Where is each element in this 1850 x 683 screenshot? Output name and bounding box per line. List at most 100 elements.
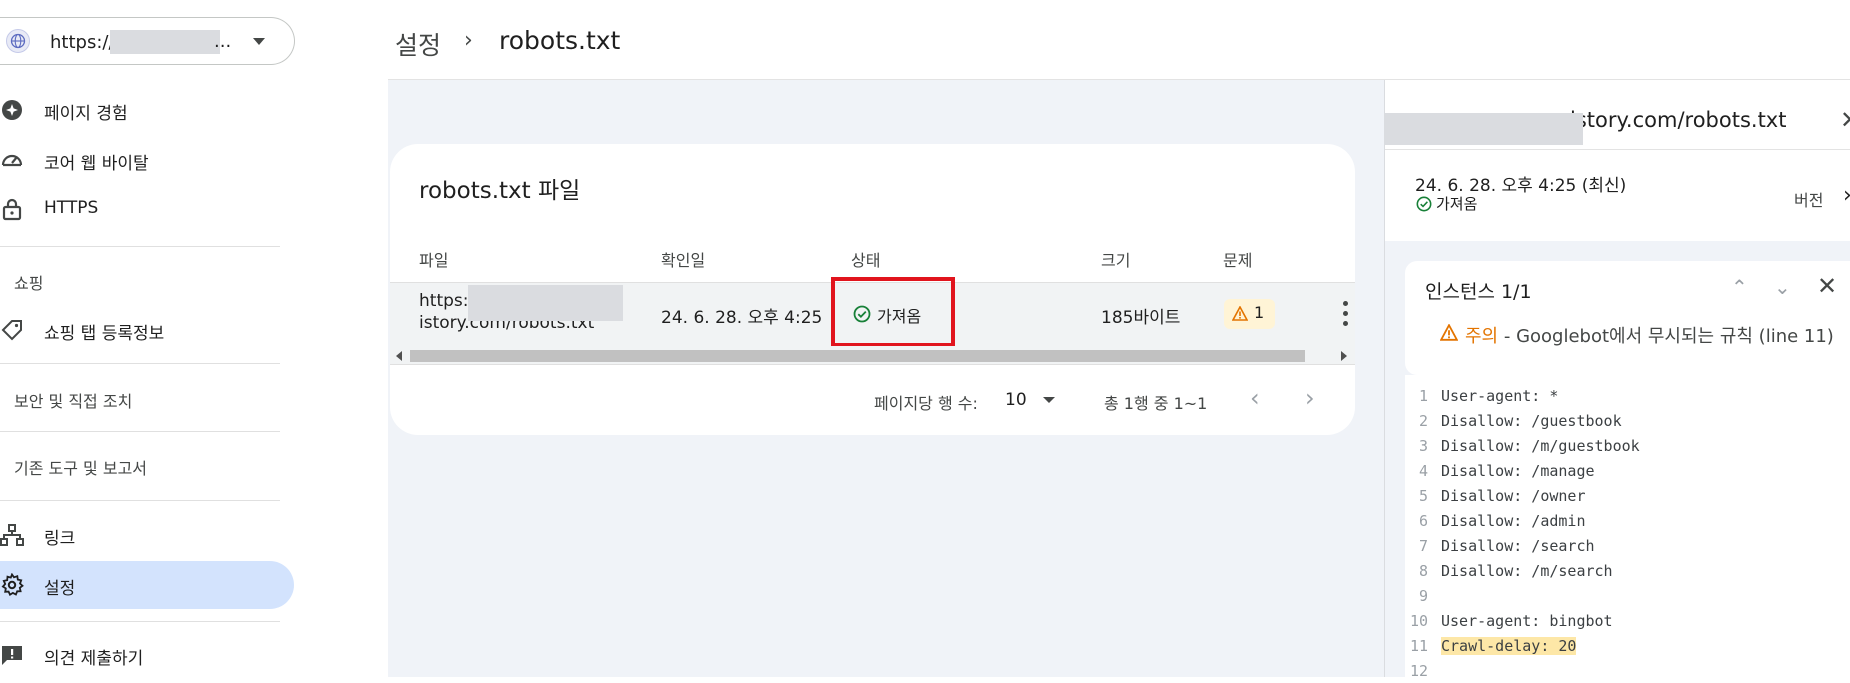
line-number: 3 [1418, 437, 1428, 455]
horizontal-scrollbar[interactable] [390, 346, 1355, 365]
page-title: robots.txt [499, 26, 621, 55]
breadcrumb-chevron-icon: › [464, 28, 473, 53]
code-text: User-agent: bingbot [1441, 612, 1613, 630]
next-page-icon[interactable]: › [1305, 384, 1315, 412]
sidebar-item-feedback[interactable]: 의견 제출하기 [0, 631, 294, 679]
divider [0, 500, 280, 501]
divider [0, 431, 280, 432]
globe-icon [6, 29, 30, 53]
column-header-checked: 확인일 [661, 251, 706, 270]
code-line: 2 Disallow: /guestbook [1405, 412, 1850, 433]
tag-icon [1, 320, 22, 341]
sidebar-item-core-web-vitals[interactable]: 코어 웹 바이탈 [0, 136, 294, 184]
code-line: 12 [1405, 662, 1850, 683]
code-text: Disallow: /guestbook [1441, 412, 1622, 430]
code-text: Disallow: /owner [1441, 487, 1586, 505]
feedback-icon [2, 646, 22, 665]
divider [1385, 149, 1850, 150]
scroll-right-arrow-icon[interactable] [1341, 351, 1347, 361]
line-number: 9 [1418, 587, 1428, 605]
sidebar: https:// ... 페이지 경험 코어 웹 바이탈 HTTPS 쇼핑 쇼핑… [0, 0, 300, 677]
table-row[interactable]: https:/ istory.com/robots.txt 24. 6. 28.… [390, 277, 1355, 347]
issue-count: 1 [1254, 303, 1265, 322]
code-line: 3 Disallow: /m/guestbook [1405, 437, 1850, 458]
line-number: 5 [1418, 487, 1428, 505]
code-text: Disallow: /m/guestbook [1441, 437, 1640, 455]
speed-gauge-icon [1, 154, 23, 167]
line-number: 11 [1409, 637, 1428, 655]
redacted-block [110, 30, 220, 54]
warning-text: - Googlebot에서 무시되는 규칙 (line 11) [1498, 326, 1834, 347]
sidebar-item-label: 링크 [44, 529, 76, 549]
column-header-status: 상태 [851, 251, 881, 270]
line-number: 10 [1409, 612, 1428, 630]
code-line: 6 Disallow: /admin [1405, 512, 1850, 533]
divider [0, 621, 280, 622]
checked-date: 24. 6. 28. 오후 4:25 [661, 308, 823, 328]
code-line: 9 [1405, 587, 1850, 608]
code-line-highlighted: 11 Crawl-delay: 20 [1405, 637, 1850, 658]
rows-per-page-select[interactable]: 10 [1005, 390, 1027, 410]
previous-page-icon[interactable]: ‹ [1250, 384, 1260, 412]
code-text: Disallow: /m/search [1441, 562, 1613, 580]
check-circle-icon [1416, 196, 1432, 212]
redacted-block [468, 285, 623, 321]
line-number: 7 [1418, 537, 1428, 555]
code-text: Crawl-delay: 20 [1441, 637, 1577, 655]
line-number: 4 [1418, 462, 1428, 480]
chevron-right-icon[interactable]: › [1843, 183, 1850, 208]
lock-icon [2, 198, 22, 221]
column-header-issues: 문제 [1223, 251, 1253, 270]
close-icon[interactable]: ✕ [1840, 106, 1850, 134]
chevron-up-icon[interactable]: ⌃ [1731, 275, 1748, 299]
robots-detail-panel: istory.com/robots.txt ✕ 24. 6. 28. 오후 4:… [1384, 80, 1850, 680]
sidebar-item-https[interactable]: HTTPS [0, 185, 294, 233]
versions-button[interactable]: 버전 [1794, 187, 1823, 211]
code-line: 1 User-agent: * [1405, 387, 1850, 408]
issue-badge[interactable]: 1 [1224, 299, 1275, 329]
sidebar-item-links[interactable]: 링크 [0, 511, 294, 559]
sitemap-icon [0, 524, 24, 546]
property-selector[interactable]: https:// ... [0, 17, 295, 65]
dropdown-caret-icon [253, 38, 265, 45]
sidebar-item-page-experience[interactable]: 페이지 경험 [0, 86, 294, 134]
file-url-line1: https:/ [419, 291, 475, 311]
robots-code-view: 1 User-agent: * 2 Disallow: /guestbook 3 Di… [1405, 375, 1850, 680]
sidebar-item-label: 의견 제출하기 [44, 649, 144, 669]
line-number: 6 [1418, 512, 1428, 530]
sidebar-item-label: 코어 웹 바이탈 [44, 154, 149, 174]
line-number: 8 [1418, 562, 1428, 580]
sidebar-item-shopping-tab[interactable]: 쇼핑 탭 등록정보 [0, 306, 294, 354]
property-ellipsis: ... [214, 31, 232, 52]
card-title: robots.txt 파일 [419, 178, 581, 204]
warning-message: 주의 - Googlebot에서 무시되는 규칙 (line 11) [1440, 322, 1834, 348]
line-number: 1 [1418, 387, 1428, 405]
close-icon[interactable]: ✕ [1817, 272, 1837, 300]
page-experience-icon [2, 100, 22, 120]
sidebar-item-settings[interactable]: 설정 [0, 561, 294, 609]
section-header-legacy-tools[interactable]: 기존 도구 및 보고서 [14, 455, 147, 479]
sidebar-item-label: 페이지 경험 [44, 104, 128, 124]
section-header-security[interactable]: 보안 및 직접 조치 [14, 388, 132, 412]
version-status: 가져옴 [1436, 195, 1478, 213]
column-header-file: 파일 [419, 251, 449, 270]
scroll-left-arrow-icon[interactable] [396, 351, 402, 361]
warning-icon [1232, 306, 1248, 321]
code-text: Disallow: /manage [1441, 462, 1595, 480]
gear-icon [1, 573, 24, 597]
code-text: Disallow: /search [1441, 537, 1595, 555]
panel-title: istory.com/robots.txt [1570, 108, 1787, 132]
code-line: 4 Disallow: /manage [1405, 462, 1850, 483]
instance-title: 인스턴스 1/1 [1425, 281, 1532, 303]
breadcrumb-settings[interactable]: 설정 [395, 26, 441, 62]
property-url: https:// [50, 32, 115, 53]
more-options-icon[interactable] [1343, 301, 1349, 329]
dropdown-caret-icon[interactable] [1043, 397, 1055, 403]
sidebar-item-label: HTTPS [44, 198, 99, 218]
sidebar-item-label: 쇼핑 탭 등록정보 [44, 324, 165, 344]
warning-label: 주의 [1465, 326, 1499, 347]
chevron-down-icon[interactable]: ⌄ [1774, 275, 1791, 299]
scrollbar-thumb[interactable] [410, 350, 1305, 362]
file-size: 185바이트 [1101, 308, 1181, 328]
code-text: Disallow: /admin [1441, 512, 1586, 530]
